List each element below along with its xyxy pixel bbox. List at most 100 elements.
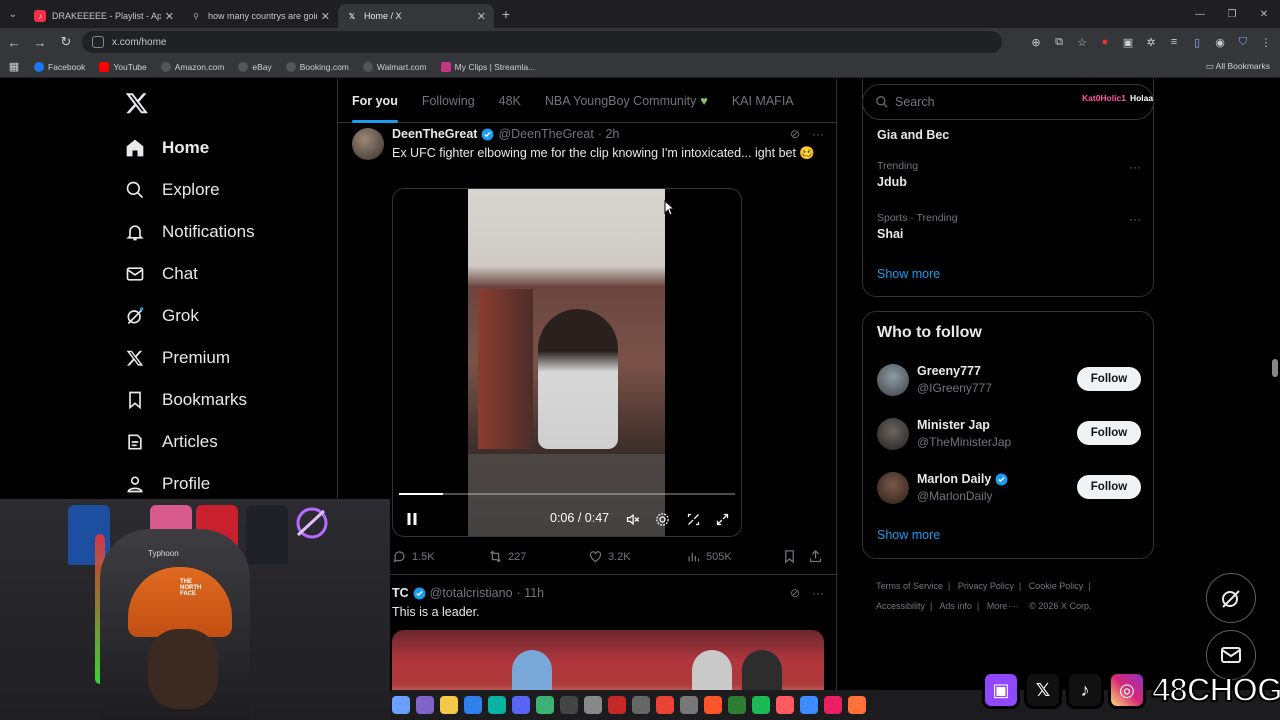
post-time[interactable]: · 11h	[517, 586, 545, 600]
taskbar-app-icon[interactable]	[632, 696, 650, 714]
avatar[interactable]	[877, 418, 909, 450]
edge-icon[interactable]	[464, 696, 482, 714]
bookmark-booking[interactable]: Booking.com	[285, 61, 349, 72]
menu-kebab-icon[interactable]: ⋮	[1258, 34, 1274, 50]
taskbar-app-icon[interactable]	[776, 696, 794, 714]
footer-link[interactable]: Ads info	[939, 601, 972, 611]
footer-link[interactable]: Privacy Policy	[958, 581, 1014, 591]
grok-explain-icon[interactable]: ⊘	[790, 127, 800, 141]
taskbar-app-icon[interactable]	[536, 696, 554, 714]
new-tab-button[interactable]: +	[494, 6, 518, 22]
trend-item[interactable]: Sports · Trending Shai ···	[877, 212, 1141, 241]
sidepanel-icon[interactable]: ▯	[1189, 34, 1205, 50]
follow-button[interactable]: Follow	[1077, 367, 1141, 391]
video-progress-bar[interactable]	[399, 493, 735, 495]
tab-for-you[interactable]: For you	[352, 79, 398, 123]
avatar[interactable]	[352, 128, 384, 160]
pause-icon[interactable]	[403, 510, 421, 528]
address-bar[interactable]: x.com/home	[82, 31, 1002, 53]
taskbar-app-icon[interactable]	[680, 696, 698, 714]
star-icon[interactable]: ☆	[1074, 34, 1090, 50]
bookmark-button[interactable]	[782, 549, 797, 564]
firefox-icon[interactable]	[848, 696, 866, 714]
nav-profile[interactable]: Profile	[124, 473, 210, 495]
reply-button[interactable]: 1.5K	[392, 549, 435, 564]
taskbar-app-icon[interactable]	[488, 696, 506, 714]
extension-icon[interactable]: ▣	[1120, 34, 1136, 50]
post-author-name[interactable]: DeenTheGreat	[392, 127, 477, 141]
spotify-icon[interactable]	[752, 696, 770, 714]
more-options-icon[interactable]: ···	[812, 127, 824, 141]
mute-icon[interactable]	[623, 510, 641, 528]
discord-icon[interactable]	[512, 696, 530, 714]
bookmark-walmart[interactable]: Walmart.com	[362, 61, 427, 72]
media-icon[interactable]: ≡	[1166, 34, 1182, 50]
like-button[interactable]: 3.2K	[588, 549, 631, 564]
taskbar-app-icon[interactable]	[728, 696, 746, 714]
fullscreen-icon[interactable]	[713, 510, 731, 528]
trends-show-more[interactable]: Show more	[877, 267, 940, 281]
zoom-icon[interactable]: ⊕	[1028, 34, 1044, 50]
settings-gear-icon[interactable]	[653, 510, 671, 528]
chrome-icon[interactable]	[656, 696, 674, 714]
post-author-name[interactable]: TC	[392, 586, 409, 600]
footer-link[interactable]: Cookie Policy	[1029, 581, 1084, 591]
close-tab-icon[interactable]: ✕	[165, 10, 174, 23]
trend-item[interactable]: Gia and Bec	[877, 125, 1141, 142]
more-options-icon[interactable]: ···	[1129, 212, 1141, 226]
follow-button[interactable]: Follow	[1077, 421, 1141, 445]
nav-notifications[interactable]: Notifications	[124, 221, 255, 243]
back-icon[interactable]: ←	[2, 30, 26, 54]
more-options-icon[interactable]: ···	[812, 586, 824, 600]
close-tab-icon[interactable]: ✕	[477, 10, 486, 23]
brave-icon[interactable]	[704, 696, 722, 714]
trend-item[interactable]: Trending Jdub ···	[877, 160, 1141, 189]
post-deenthegreat[interactable]: DeenTheGreat @DeenTheGreat · 2h ⊘ ··· Ex…	[338, 123, 838, 575]
puzzle-icon[interactable]: ✲	[1143, 34, 1159, 50]
taskbar-app-icon[interactable]	[560, 696, 578, 714]
all-bookmarks[interactable]: ▭ All Bookmarks	[1206, 61, 1270, 72]
install-icon[interactable]: ⧉	[1051, 34, 1067, 50]
close-window-icon[interactable]: ✕	[1248, 0, 1280, 28]
browser-tab-2[interactable]: ⚲ how many countrys are going t ✕	[182, 4, 338, 28]
bookmark-ebay[interactable]: eBay	[238, 61, 272, 72]
scrollbar[interactable]	[1272, 359, 1278, 377]
apps-grid-icon[interactable]: ▦	[0, 60, 28, 73]
post-author-handle[interactable]: @totalcristiano	[430, 586, 513, 600]
x-logo-icon[interactable]	[125, 91, 149, 115]
bookmark-amazon[interactable]: Amazon.com	[160, 61, 224, 72]
forward-icon[interactable]: →	[28, 30, 52, 54]
taskbar-app-icon[interactable]	[584, 696, 602, 714]
extension-red-icon[interactable]: ●	[1097, 34, 1113, 50]
tab-search-chevron-icon[interactable]: ⌄	[0, 0, 26, 28]
bookmark-streamladder[interactable]: My Clips | Streamla...	[440, 61, 535, 72]
share-button[interactable]	[808, 549, 823, 564]
folder-icon[interactable]	[440, 696, 458, 714]
browser-tab-3[interactable]: 𝕏 Home / X ✕	[338, 4, 494, 28]
video-player[interactable]: 0:06 / 0:47	[392, 188, 742, 537]
post-author-handle[interactable]: @DeenTheGreat	[498, 127, 593, 141]
tiktok-icon[interactable]	[824, 696, 842, 714]
nav-explore[interactable]: Explore	[124, 179, 220, 201]
nav-premium[interactable]: Premium	[124, 347, 230, 369]
netflix-icon[interactable]	[608, 696, 626, 714]
follow-button[interactable]: Follow	[1077, 475, 1141, 499]
tab-48k[interactable]: 48K	[499, 79, 521, 123]
follow-suggestion[interactable]: Marlon Daily @MarlonDaily Follow	[877, 472, 1141, 508]
grok-explain-icon[interactable]: ⊘	[790, 586, 800, 600]
tab-kai-mafia[interactable]: KAI MAFIA	[732, 79, 794, 123]
follow-suggestion[interactable]: Minister Jap @TheMinisterJap Follow	[877, 418, 1141, 454]
follow-suggestion[interactable]: Greeny777 @IGreeny777 Follow	[877, 364, 1141, 400]
restore-icon[interactable]: ❐	[1216, 0, 1248, 28]
tab-nba-youngboy-community[interactable]: NBA YoungBoy Community ♥	[545, 79, 708, 123]
avatar[interactable]	[877, 364, 909, 396]
nav-articles[interactable]: Articles	[124, 431, 218, 453]
taskbar-app-icon[interactable]	[392, 696, 410, 714]
grok-floating-button[interactable]	[1206, 573, 1256, 623]
close-tab-icon[interactable]: ✕	[321, 10, 330, 23]
post-time[interactable]: · 2h	[598, 127, 620, 141]
repost-button[interactable]: 227	[488, 549, 526, 564]
who-to-follow-show-more[interactable]: Show more	[877, 528, 940, 542]
avatar[interactable]	[877, 472, 909, 504]
nav-grok[interactable]: Grok	[124, 305, 199, 327]
